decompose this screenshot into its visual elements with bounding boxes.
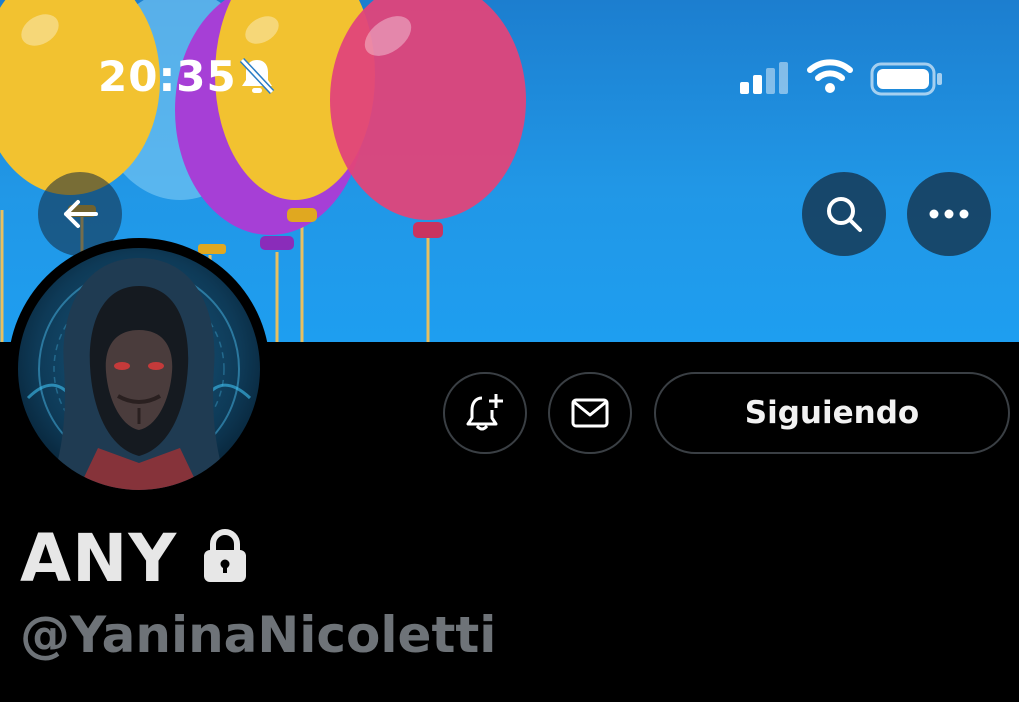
bell-slash-icon [238, 56, 276, 101]
following-button-label: Siguiendo [744, 395, 920, 431]
display-name: ANY [20, 520, 178, 597]
back-arrow-icon [64, 200, 98, 228]
bell-plus-icon [466, 394, 503, 431]
cellular-signal-icon [740, 62, 792, 99]
battery-icon [870, 62, 944, 101]
user-handle: @YaninaNicoletti [20, 606, 497, 664]
search-button[interactable] [802, 172, 886, 256]
status-bar: 20:35 [0, 0, 1019, 150]
profile-avatar[interactable] [8, 238, 270, 500]
notify-button[interactable] [443, 372, 527, 454]
following-button[interactable]: Siguiendo [654, 372, 1010, 454]
message-button[interactable] [548, 372, 632, 454]
search-icon [827, 197, 862, 232]
more-options-button[interactable] [907, 172, 991, 256]
hooded-mask-avatar-image [18, 248, 260, 490]
more-icon [929, 209, 969, 219]
wifi-icon [806, 58, 854, 99]
envelope-icon [571, 398, 609, 428]
status-time: 20:35 [98, 52, 237, 101]
lock-icon [202, 528, 248, 589]
